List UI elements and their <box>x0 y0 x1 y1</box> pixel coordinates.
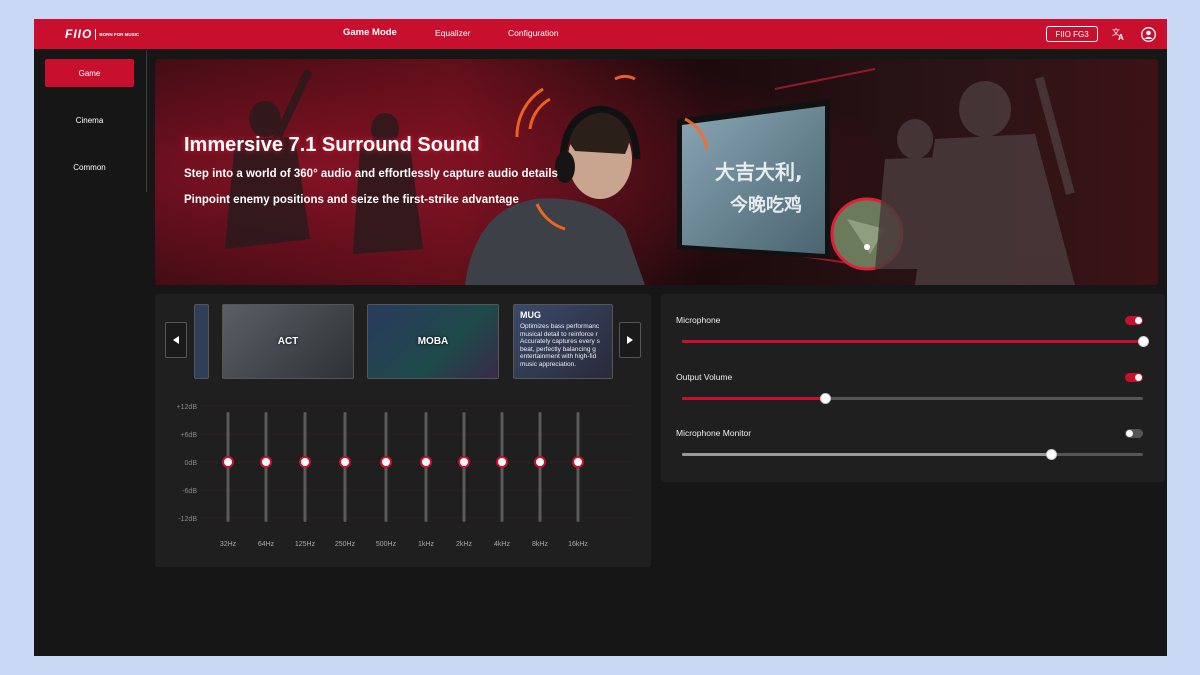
carousel-next-button[interactable] <box>619 322 641 358</box>
output-volume-slider[interactable] <box>682 393 1143 404</box>
toggle-knob <box>1126 430 1133 437</box>
microphone-monitor-label: Microphone Monitor <box>676 428 752 438</box>
tab-equalizer[interactable]: Equalizer <box>435 28 470 38</box>
banner-title: Immersive 7.1 Surround Sound <box>184 134 480 156</box>
svg-text:今晚吃鸡: 今晚吃鸡 <box>730 194 802 216</box>
eq-db-label: 0dB <box>185 460 198 467</box>
svg-text:A: A <box>1118 33 1124 41</box>
svg-text:大吉大利,: 大吉大利, <box>715 160 803 184</box>
chevron-right-icon <box>627 336 633 344</box>
preset-card-mug[interactable]: MUG Optimizes bass performanc musical de… <box>513 304 613 379</box>
eq-db-label: -6dB <box>182 488 197 495</box>
toggle-knob <box>1135 317 1142 324</box>
output-volume-toggle[interactable] <box>1125 373 1143 382</box>
banner-subtitle-1: Step into a world of 360° audio and effo… <box>184 168 558 180</box>
slider-thumb[interactable] <box>1045 449 1057 460</box>
eq-frequency-label: 16kHz <box>568 541 588 548</box>
slider-fill <box>682 453 1051 456</box>
carousel-prev-button[interactable] <box>165 322 187 358</box>
eq-slider-thumb[interactable] <box>299 456 311 468</box>
slider-thumb[interactable] <box>819 393 831 404</box>
device-button[interactable]: FIIO FG3 <box>1046 26 1098 42</box>
logo-divider <box>95 28 97 40</box>
preset-card-label: ACT <box>277 336 299 347</box>
microphone-label: Microphone <box>676 315 721 325</box>
toggle-knob <box>1135 374 1142 381</box>
output-volume-label: Output Volume <box>676 372 733 382</box>
eq-db-label: -12dB <box>178 516 197 523</box>
microphone-monitor-slider[interactable] <box>682 449 1143 460</box>
microphone-slider[interactable] <box>682 336 1149 347</box>
eq-frequency-label: 125Hz <box>295 541 316 548</box>
top-bar: FIIO BORN FOR MUSIC Game Mode Equalizer … <box>34 19 1167 49</box>
eq-frequency-label: 32Hz <box>220 541 237 548</box>
eq-slider-thumb[interactable] <box>458 456 470 468</box>
eq-slider-thumb[interactable] <box>222 456 234 468</box>
tab-configuration[interactable]: Configuration <box>508 28 559 38</box>
sidebar-item-common[interactable]: Common <box>45 153 134 181</box>
slider-thumb[interactable] <box>1138 336 1149 347</box>
equalizer-graph: +12dB +6dB 0dB -6dB -12dB 32Hz 64Hz 125Hz 250Hz 5… <box>177 404 631 548</box>
sidebar: Game Cinema Common <box>34 49 146 656</box>
eq-slider-thumb[interactable] <box>534 456 546 468</box>
eq-db-label: +12dB <box>177 404 198 411</box>
banner-subtitle-2: Pinpoint enemy positions and seize the f… <box>184 194 519 206</box>
slider-fill <box>682 397 825 400</box>
eq-frequency-label: 4kHz <box>494 541 510 548</box>
eq-slider-thumb[interactable] <box>380 456 392 468</box>
eq-slider-thumb[interactable] <box>260 456 272 468</box>
preset-card-description: Optimizes bass performanc musical detail… <box>520 323 600 368</box>
logo-tagline: BORN FOR MUSIC <box>99 31 140 37</box>
translate-icon[interactable]: 文 A <box>1111 26 1127 42</box>
preset-panel: ACT MOBA MUG Optimizes bass performanc m… <box>155 294 651 567</box>
microphone-monitor-toggle[interactable] <box>1125 429 1143 438</box>
eq-frequency-label: 64Hz <box>258 541 275 548</box>
preset-card-label: MUG <box>520 310 541 320</box>
preset-card-moba[interactable]: MOBA <box>367 304 499 379</box>
logo-mark: FIIO <box>65 27 93 41</box>
preset-card-partial[interactable] <box>194 304 209 379</box>
eq-frequency-label: 500Hz <box>376 541 397 548</box>
eq-slider-thumb[interactable] <box>496 456 508 468</box>
sidebar-item-cinema[interactable]: Cinema <box>45 106 134 134</box>
volume-panel: Microphone Output Volume Microphone Monito… <box>661 294 1165 482</box>
eq-slider-thumb[interactable] <box>572 456 584 468</box>
preset-card-label: MOBA <box>417 336 449 347</box>
sidebar-item-game[interactable]: Game <box>45 59 134 87</box>
app-window: FIIO BORN FOR MUSIC Game Mode Equalizer … <box>34 19 1167 656</box>
slider-fill <box>682 340 1143 343</box>
eq-frequency-label: 250Hz <box>335 541 356 548</box>
sidebar-divider <box>146 50 147 192</box>
eq-frequency-label: 2kHz <box>456 541 472 548</box>
eq-slider-thumb[interactable] <box>420 456 432 468</box>
fiio-logo: FIIO BORN FOR MUSIC <box>65 27 140 41</box>
eq-frequency-label: 1kHz <box>418 541 434 548</box>
preset-card-act[interactable]: ACT <box>222 304 354 379</box>
hero-banner: 大吉大利, 今晚吃鸡 Immersive 7.1 Surround Sound … <box>155 59 1158 285</box>
tab-game-mode[interactable]: Game Mode <box>343 27 397 38</box>
eq-db-label: +6dB <box>180 432 197 439</box>
eq-frequency-label: 8kHz <box>532 541 548 548</box>
chevron-left-icon <box>173 336 179 344</box>
microphone-toggle[interactable] <box>1125 316 1143 325</box>
eq-slider-thumb[interactable] <box>339 456 351 468</box>
account-icon[interactable] <box>1140 26 1156 42</box>
